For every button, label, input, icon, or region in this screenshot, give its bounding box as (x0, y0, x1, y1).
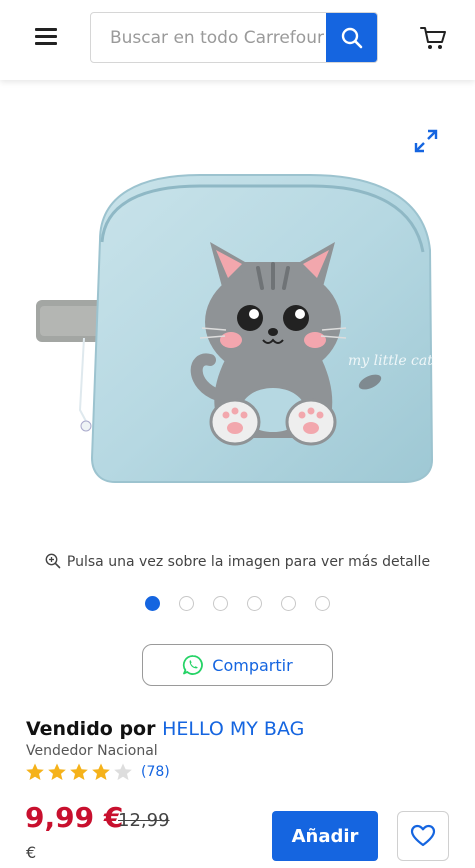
old-price: 12,99 (118, 810, 170, 831)
star-filled-icon (48, 763, 66, 780)
heart-icon (410, 824, 436, 847)
share-label: Compartir (212, 655, 293, 675)
image-hint-text: Pulsa una vez sobre la imagen para ver m… (66, 554, 431, 570)
search-input[interactable] (91, 13, 328, 62)
bag-print-text: my little cat (348, 353, 433, 369)
share-button[interactable]: Compartir (142, 644, 333, 686)
star-filled-icon (26, 763, 44, 780)
search-button[interactable] (326, 13, 377, 62)
add-to-cart-button[interactable]: Añadir (272, 811, 378, 861)
cart-button[interactable] (418, 22, 448, 52)
seller-rating[interactable]: (78) (25, 762, 170, 782)
seller-prefix: Vendido por (26, 718, 156, 740)
zoom-in-icon (45, 553, 61, 569)
carousel-dot-4[interactable] (247, 596, 262, 611)
carousel-dot-3[interactable] (213, 596, 228, 611)
search-bar (90, 12, 378, 63)
seller-type: Vendedor Nacional (26, 743, 158, 759)
star-empty-icon (114, 763, 132, 780)
carousel-dot-2[interactable] (179, 596, 194, 611)
carousel-dot-1[interactable] (145, 596, 160, 611)
image-hint: Pulsa una vez sobre la imagen para ver m… (0, 553, 475, 570)
star-filled-icon (92, 763, 110, 780)
favorite-button[interactable] (397, 811, 449, 861)
carousel-dots (0, 596, 475, 611)
product-image[interactable]: my little cat (30, 160, 445, 500)
review-count[interactable]: (78) (141, 764, 170, 780)
star-filled-icon (70, 763, 88, 780)
menu-icon[interactable] (35, 28, 57, 45)
expand-icon[interactable] (413, 128, 439, 154)
carousel-dot-6[interactable] (315, 596, 330, 611)
carousel-dot-5[interactable] (281, 596, 296, 611)
seller-name-link[interactable]: HELLO MY BAG (162, 718, 304, 740)
old-price-currency: € (26, 843, 37, 862)
seller-line: Vendido por HELLO MY BAG (26, 718, 304, 740)
search-icon (341, 27, 362, 48)
cart-icon (420, 27, 446, 49)
whatsapp-icon (183, 655, 204, 675)
current-price: 9,99 € (25, 801, 124, 834)
top-header (0, 0, 475, 80)
